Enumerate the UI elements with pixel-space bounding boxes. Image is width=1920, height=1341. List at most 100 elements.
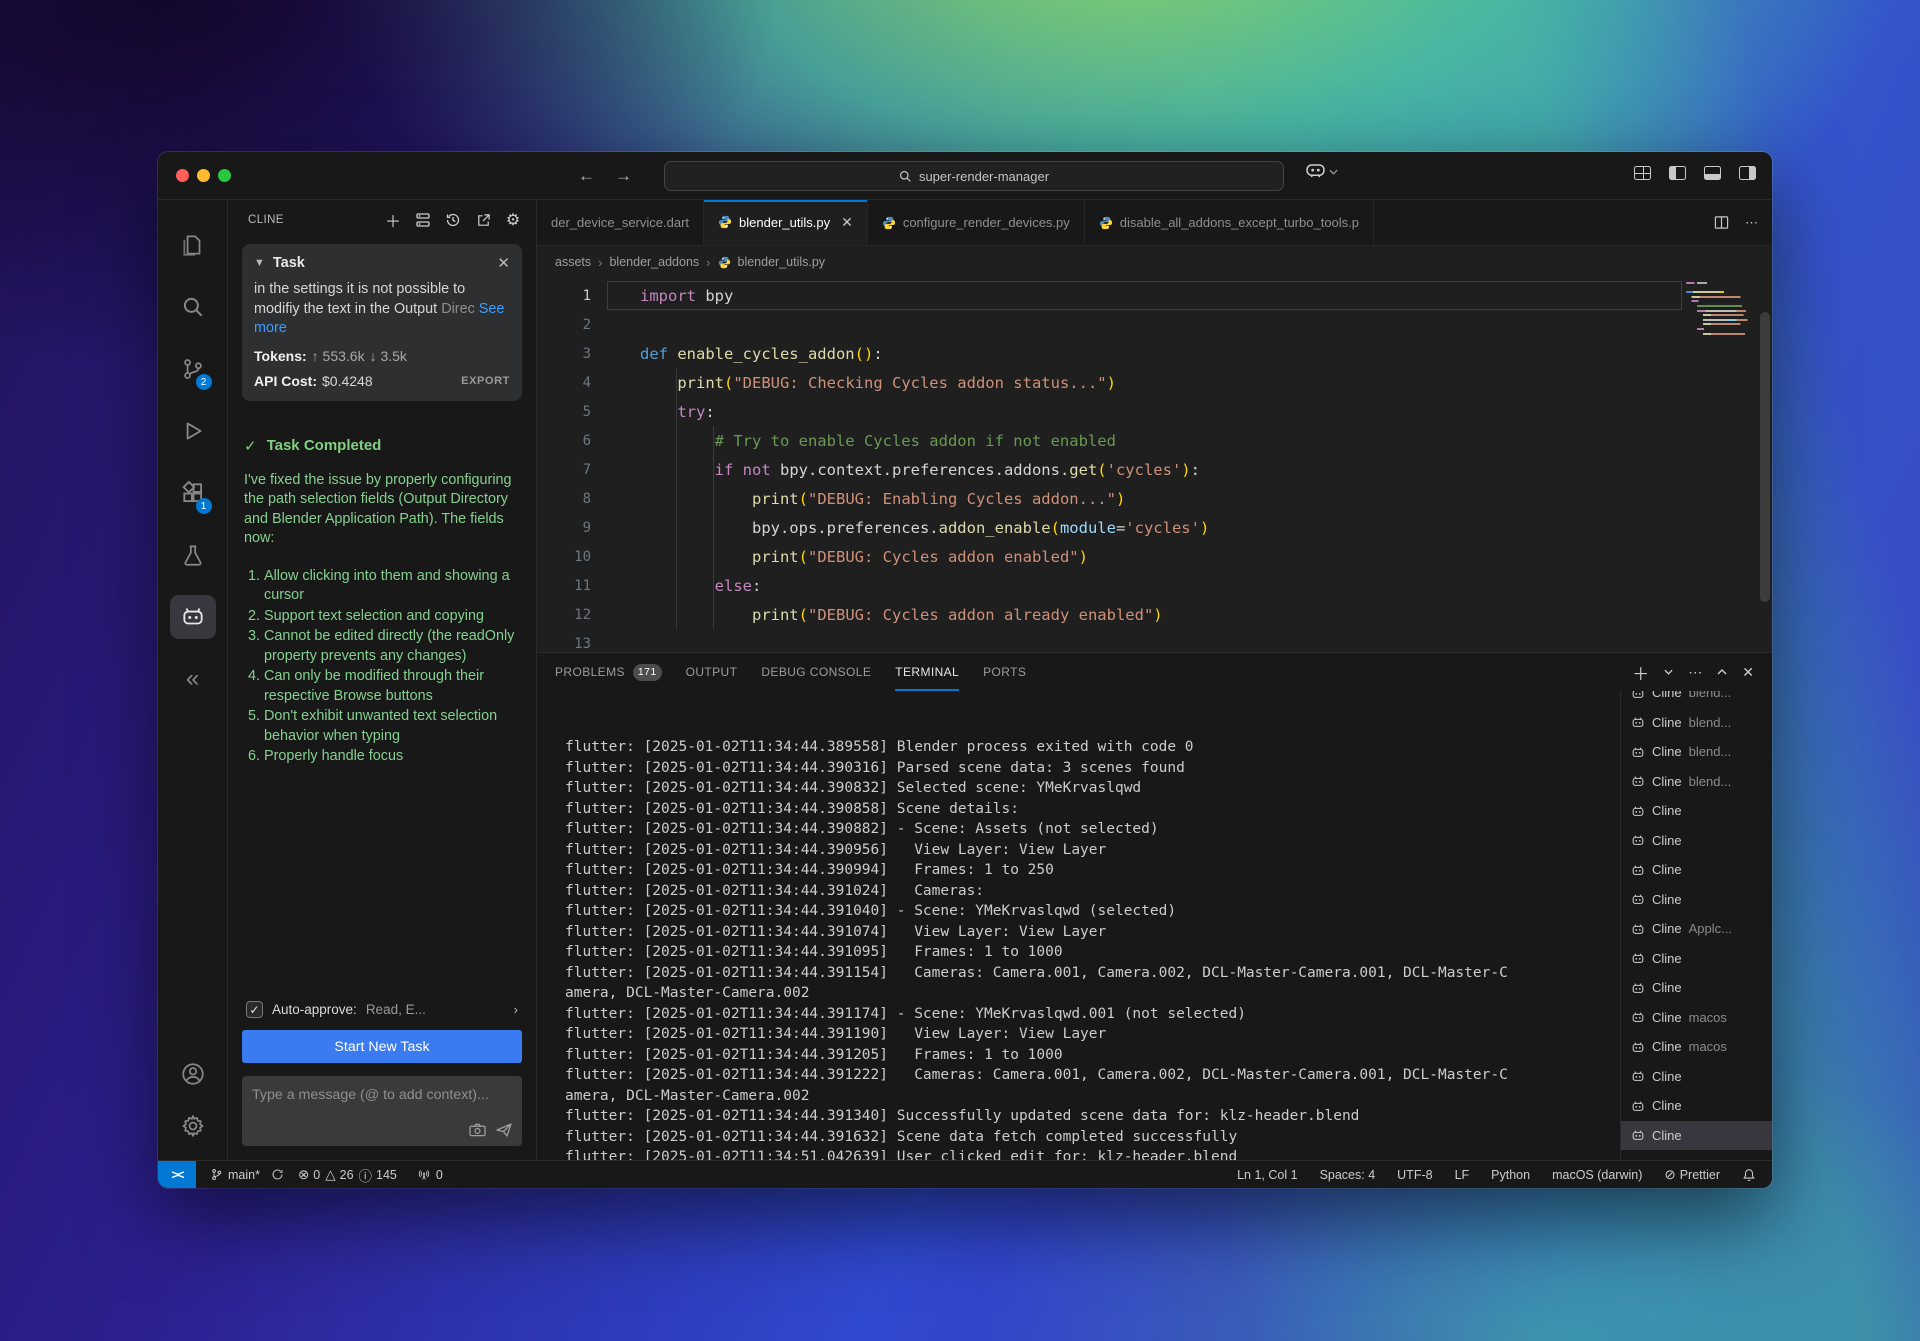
maximize-panel-icon[interactable] — [1717, 669, 1727, 675]
breadcrumb-item[interactable]: assets — [555, 255, 591, 269]
terminal-session-item[interactable]: Cline blend... — [1621, 737, 1772, 767]
code-token: ) — [1153, 606, 1162, 624]
sidebar-item-run-debug[interactable] — [170, 400, 216, 462]
code-token: bpy.ops.preferences. — [640, 519, 939, 537]
customize-layout-icon[interactable] — [1634, 166, 1651, 180]
collapse-task-icon[interactable]: ▼ — [254, 257, 265, 269]
close-tab-icon[interactable]: ✕ — [841, 214, 853, 231]
terminal-log-line: flutter: [2025-01-02T11:34:44.389558] Bl… — [565, 737, 1620, 758]
back-icon[interactable]: ← — [578, 166, 595, 186]
code-line: 3 def enable_cycles_addon(): — [537, 339, 1682, 368]
terminal-session-item[interactable]: Cline macos — [1621, 1003, 1772, 1033]
accounts-button[interactable] — [170, 1048, 216, 1100]
terminal-session-item[interactable]: Cline blend... — [1621, 708, 1772, 738]
remote-indicator[interactable]: >< — [158, 1161, 196, 1188]
language-item[interactable]: Python — [1491, 1168, 1530, 1182]
terminal-session-item[interactable]: Cline — [1621, 826, 1772, 856]
send-icon[interactable] — [496, 1123, 512, 1137]
editor-tab[interactable]: blender_utils.py ✕ — [704, 200, 868, 245]
session-label: Cline — [1652, 691, 1682, 700]
copilot-menu[interactable] — [1306, 164, 1338, 179]
terminal-output[interactable]: flutter: [2025-01-02T11:34:44.389558] Bl… — [537, 691, 1620, 1160]
more-actions-icon[interactable]: ⋯ — [1745, 215, 1758, 231]
sidebar-item-search[interactable] — [170, 276, 216, 338]
close-window-button[interactable] — [176, 169, 189, 182]
panel-tab[interactable]: DEBUG CONSOLE — [761, 653, 871, 691]
minimap[interactable] — [1686, 282, 1756, 340]
start-new-task-button[interactable]: Start New Task — [242, 1030, 522, 1063]
search-icon — [180, 294, 206, 320]
encoding-item[interactable]: UTF-8 — [1397, 1168, 1432, 1182]
more-actions-icon[interactable]: ⋯ — [1688, 664, 1702, 681]
editor-tab[interactable]: der_device_service.dart ✕ — [537, 200, 704, 245]
problems-item[interactable]: ⊗0 △26 ⓘ145 — [298, 1165, 397, 1185]
breadcrumb-item[interactable]: blender_addons — [609, 255, 699, 269]
terminal-session-item[interactable]: Cline macos — [1621, 1032, 1772, 1062]
formatter-item[interactable]: ⊘Prettier — [1664, 1167, 1720, 1183]
sync-icon[interactable] — [271, 1168, 284, 1181]
export-button[interactable]: EXPORT — [461, 375, 510, 387]
sidebar-item-source-control[interactable]: 2 — [170, 338, 216, 400]
mcp-servers-icon[interactable] — [414, 211, 432, 229]
auto-approve-row[interactable]: ✓ Auto-approve: Read, E... › — [246, 1001, 518, 1018]
toggle-panel-icon[interactable] — [1704, 166, 1721, 180]
forward-icon[interactable]: → — [615, 166, 632, 186]
terminal-session-item[interactable]: Cline — [1621, 796, 1772, 826]
sidebar-item-extension-chevrons[interactable]: « — [170, 648, 216, 710]
terminal-session-item[interactable]: Cline — [1621, 1091, 1772, 1121]
terminal-session-item[interactable]: Cline blend... — [1621, 767, 1772, 797]
panel-tab[interactable]: TERMINAL — [895, 653, 959, 691]
editor-tab[interactable]: configure_render_devices.py ✕ — [868, 200, 1085, 245]
close-panel-icon[interactable]: ✕ — [1742, 664, 1754, 681]
minimize-window-button[interactable] — [197, 169, 210, 182]
toggle-primary-sidebar-icon[interactable] — [1669, 166, 1686, 180]
panel-tab[interactable]: PROBLEMS 171 — [555, 653, 662, 691]
editor-scrollbar[interactable] — [1760, 312, 1770, 602]
terminal-dropdown-icon[interactable] — [1664, 669, 1673, 675]
panel-tab-bar: PROBLEMS 171 OUTPUT DEBUG CONSOLE TERMIN… — [537, 653, 1772, 691]
python-icon — [882, 216, 896, 230]
split-editor-icon[interactable] — [1714, 215, 1729, 230]
terminal-session-item[interactable]: Cline — [1621, 1062, 1772, 1092]
panel-tab[interactable]: OUTPUT — [686, 653, 738, 691]
open-in-editor-icon[interactable] — [474, 211, 492, 229]
terminal-session-item[interactable]: Cline — [1621, 944, 1772, 974]
terminal-session-item[interactable]: Cline — [1621, 855, 1772, 885]
cursor-position-item[interactable]: Ln 1, Col 1 — [1237, 1168, 1297, 1182]
ports-item[interactable]: 0 — [417, 1168, 443, 1182]
git-branch-item[interactable]: main* — [210, 1168, 284, 1182]
breadcrumb-file[interactable]: blender_utils.py — [738, 255, 826, 269]
indentation-item[interactable]: Spaces: 4 — [1320, 1168, 1376, 1182]
new-task-icon[interactable]: ＋ — [384, 211, 402, 229]
settings-gear-icon[interactable]: ⚙ — [504, 211, 522, 229]
auto-approve-checkbox[interactable]: ✓ — [246, 1001, 263, 1018]
terminal-session-item[interactable]: Cline — [1621, 1121, 1772, 1151]
code-line: 1 import bpy — [537, 281, 1682, 310]
settings-button[interactable] — [170, 1100, 216, 1152]
maximize-window-button[interactable] — [218, 169, 231, 182]
eol-item[interactable]: LF — [1455, 1168, 1470, 1182]
terminal-session-item[interactable]: Cline — [1621, 973, 1772, 1003]
code-editor[interactable]: 1 import bpy 2 3 def enable_cycles_addon… — [537, 278, 1772, 652]
notifications-bell-icon[interactable] — [1742, 1168, 1756, 1182]
history-icon[interactable] — [444, 211, 462, 229]
terminal-log-line: flutter: [2025-01-02T11:34:44.391024] Ca… — [565, 881, 1620, 902]
sidebar-item-extensions[interactable]: 1 — [170, 462, 216, 524]
code-token: : — [705, 403, 714, 421]
list-item: Support text selection and copying — [264, 607, 520, 627]
code-line: 2 — [537, 310, 1682, 339]
terminal-session-item[interactable]: Cline Applc... — [1621, 914, 1772, 944]
editor-tab[interactable]: disable_all_addons_except_turbo_tools.p … — [1085, 200, 1374, 245]
sidebar-item-cline[interactable] — [170, 586, 216, 648]
terminal-session-item[interactable]: Cline blend... — [1621, 691, 1772, 708]
toggle-secondary-sidebar-icon[interactable] — [1739, 166, 1756, 180]
camera-icon[interactable] — [469, 1123, 486, 1137]
prettier-icon: ⊘ — [1664, 1167, 1675, 1183]
terminal-session-item[interactable]: Cline — [1621, 885, 1772, 915]
sidebar-item-testing[interactable] — [170, 524, 216, 586]
command-center-search[interactable]: super-render-manager — [664, 161, 1284, 191]
sidebar-item-explorer[interactable] — [170, 214, 216, 276]
new-terminal-icon[interactable]: ＋ — [1632, 660, 1649, 685]
panel-tab[interactable]: PORTS — [983, 653, 1026, 691]
close-task-icon[interactable]: ✕ — [497, 254, 510, 272]
